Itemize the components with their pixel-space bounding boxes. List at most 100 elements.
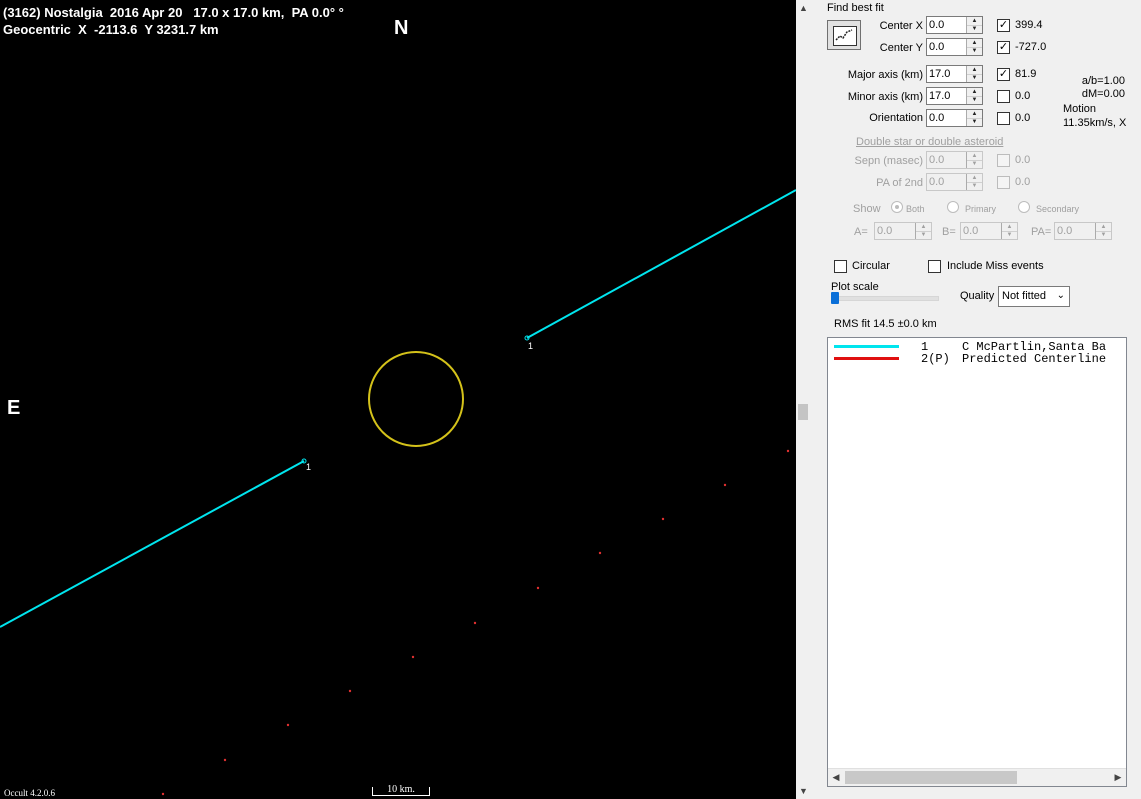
pa2-checkbox[interactable] bbox=[997, 176, 1010, 189]
center-x-spinner[interactable]: ▲ ▼ bbox=[966, 17, 982, 33]
center-x-checkbox[interactable]: ✓ bbox=[997, 19, 1010, 32]
hscroll-thumb[interactable] bbox=[845, 771, 1017, 784]
centerline-point bbox=[723, 483, 727, 487]
scale-bar: 10 km. bbox=[372, 784, 430, 796]
centerline-point bbox=[536, 586, 540, 590]
minor-axis-input[interactable]: 17.0 ▲ ▼ bbox=[926, 87, 983, 105]
show-label: Show bbox=[853, 203, 881, 215]
center-x-input[interactable]: 0.0 ▲ ▼ bbox=[926, 16, 983, 34]
b-spinner[interactable]: ▲ ▼ bbox=[1001, 223, 1017, 239]
orientation-label: Orientation bbox=[869, 112, 923, 124]
plot-title: (3162) Nostalgia 2016 Apr 20 17.0 x 17.0… bbox=[3, 5, 344, 20]
vertical-scrollbar[interactable]: ▲ ▼ bbox=[796, 0, 811, 799]
b-label: B= bbox=[942, 226, 956, 238]
b-input[interactable]: 0.0 ▲ ▼ bbox=[960, 222, 1018, 240]
asteroid-profile-ellipse bbox=[368, 351, 464, 447]
motion-label: Motion bbox=[1063, 103, 1097, 115]
minor-axis-checkbox[interactable] bbox=[997, 90, 1010, 103]
major-axis-spinner[interactable]: ▲ ▼ bbox=[966, 66, 982, 82]
a-spinner[interactable]: ▲ ▼ bbox=[915, 223, 931, 239]
minor-axis-spinner[interactable]: ▲ ▼ bbox=[966, 88, 982, 104]
chord-label-a: 1 bbox=[528, 341, 533, 351]
double-star-label: Double star or double asteroid bbox=[856, 136, 1004, 148]
pa-input[interactable]: 0.0 ▲ ▼ bbox=[1054, 222, 1112, 240]
observer-legend-list[interactable]: 1 C McPartlin,Santa Ba 2(P) Predicted Ce… bbox=[827, 337, 1127, 787]
centerline-point bbox=[473, 621, 477, 625]
centerline-point bbox=[661, 517, 665, 521]
minor-axis-result: 0.0 bbox=[1015, 90, 1031, 102]
legend-row[interactable]: 1 C McPartlin,Santa Ba bbox=[828, 340, 1126, 354]
sepn-input[interactable]: 0.0 ▲ ▼ bbox=[926, 151, 983, 169]
center-y-label: Center Y bbox=[879, 42, 923, 54]
chord-label-b: 1 bbox=[306, 462, 311, 472]
include-miss-checkbox[interactable] bbox=[928, 260, 941, 273]
orientation-spinner[interactable]: ▲ ▼ bbox=[966, 110, 982, 126]
sepn-checkbox[interactable] bbox=[997, 154, 1010, 167]
plot-scale-slider[interactable] bbox=[831, 292, 839, 304]
sepn-spinner[interactable]: ▲ ▼ bbox=[966, 152, 982, 168]
sepn-label: Sepn (masec) bbox=[854, 155, 923, 167]
dm-label: dM=0.00 bbox=[1081, 88, 1125, 100]
horizontal-scrollbar[interactable]: ◀ ▶ bbox=[828, 768, 1126, 786]
version-label: Occult 4.2.0.6 bbox=[4, 788, 55, 798]
show-both-label: Both bbox=[906, 204, 925, 214]
center-y-checkbox[interactable]: ✓ bbox=[997, 41, 1010, 54]
center-y-spinner[interactable]: ▲ ▼ bbox=[966, 39, 982, 55]
quality-label: Quality bbox=[960, 290, 995, 302]
legend-number: 2(P) bbox=[921, 352, 950, 366]
centerline-point bbox=[348, 689, 352, 693]
show-both-radio[interactable] bbox=[891, 201, 903, 213]
quality-dropdown[interactable]: Not fitted ⌄ bbox=[998, 286, 1070, 307]
scroll-up-icon[interactable]: ▲ bbox=[796, 0, 811, 16]
geocentric-readout: Geocentric X -2113.6 Y 3231.7 km bbox=[3, 22, 219, 37]
pa2-input[interactable]: 0.0 ▲ ▼ bbox=[926, 173, 983, 191]
show-secondary-label: Secondary bbox=[1036, 204, 1080, 214]
a-label: A= bbox=[854, 226, 868, 238]
find-best-fit-label: Find best fit bbox=[827, 2, 884, 14]
ab-ratio-label: a/b=1.00 bbox=[1081, 75, 1125, 87]
chord-line-1a bbox=[526, 189, 796, 339]
pa2-label: PA of 2nd bbox=[876, 177, 923, 189]
scroll-down-icon[interactable]: ▼ bbox=[796, 783, 811, 799]
east-label: E bbox=[7, 397, 21, 419]
fit-control-panel: Find best fit Center X 0.0 ▲ ▼ ✓ 399.4 Ce… bbox=[811, 0, 1141, 799]
orientation-input[interactable]: 0.0 ▲ ▼ bbox=[926, 109, 983, 127]
legend-swatch bbox=[834, 345, 899, 348]
centerline-point bbox=[786, 449, 790, 453]
scroll-left-icon[interactable]: ◀ bbox=[828, 769, 844, 786]
pa2-spinner[interactable]: ▲ ▼ bbox=[966, 174, 982, 190]
chevron-down-icon: ⌄ bbox=[1056, 290, 1065, 301]
scroll-right-icon[interactable]: ▶ bbox=[1110, 769, 1126, 786]
legend-text: Predicted Centerline bbox=[962, 352, 1107, 366]
plot-scale-track[interactable] bbox=[831, 296, 939, 301]
centerline-point bbox=[161, 792, 165, 796]
center-x-label: Center X bbox=[879, 20, 923, 32]
motion-value: 11.35km/s, X bbox=[1063, 117, 1127, 129]
circular-label: Circular bbox=[852, 260, 890, 272]
sepn-result: 0.0 bbox=[1015, 154, 1031, 166]
predicted-centerline-points bbox=[161, 449, 790, 796]
show-primary-label: Primary bbox=[965, 204, 996, 214]
minor-axis-label: Minor axis (km) bbox=[847, 91, 923, 103]
pa-spinner[interactable]: ▲ ▼ bbox=[1095, 223, 1111, 239]
include-miss-label: Include Miss events bbox=[947, 260, 1044, 272]
centerline-point bbox=[286, 723, 290, 727]
major-axis-input[interactable]: 17.0 ▲ ▼ bbox=[926, 65, 983, 83]
occultation-plot[interactable]: 1 1 (3162) Nostalgia 2016 Apr 20 17.0 x … bbox=[0, 0, 796, 799]
center-y-result: -727.0 bbox=[1015, 41, 1047, 53]
major-axis-checkbox[interactable]: ✓ bbox=[997, 68, 1010, 81]
show-secondary-radio[interactable] bbox=[1018, 201, 1030, 213]
circular-checkbox[interactable] bbox=[834, 260, 847, 273]
orientation-result: 0.0 bbox=[1015, 112, 1031, 124]
orientation-checkbox[interactable] bbox=[997, 112, 1010, 125]
a-input[interactable]: 0.0 ▲ ▼ bbox=[874, 222, 932, 240]
legend-row[interactable]: 2(P) Predicted Centerline bbox=[828, 352, 1126, 366]
scroll-thumb[interactable] bbox=[798, 404, 808, 420]
rms-fit-label: RMS fit 14.5 ±0.0 km bbox=[834, 318, 937, 330]
pa-label: PA= bbox=[1031, 226, 1052, 238]
show-primary-radio[interactable] bbox=[947, 201, 959, 213]
plot-canvas: 1 1 bbox=[0, 189, 796, 796]
centerline-point bbox=[223, 758, 227, 762]
center-y-input[interactable]: 0.0 ▲ ▼ bbox=[926, 38, 983, 56]
center-x-result: 399.4 bbox=[1015, 19, 1043, 31]
